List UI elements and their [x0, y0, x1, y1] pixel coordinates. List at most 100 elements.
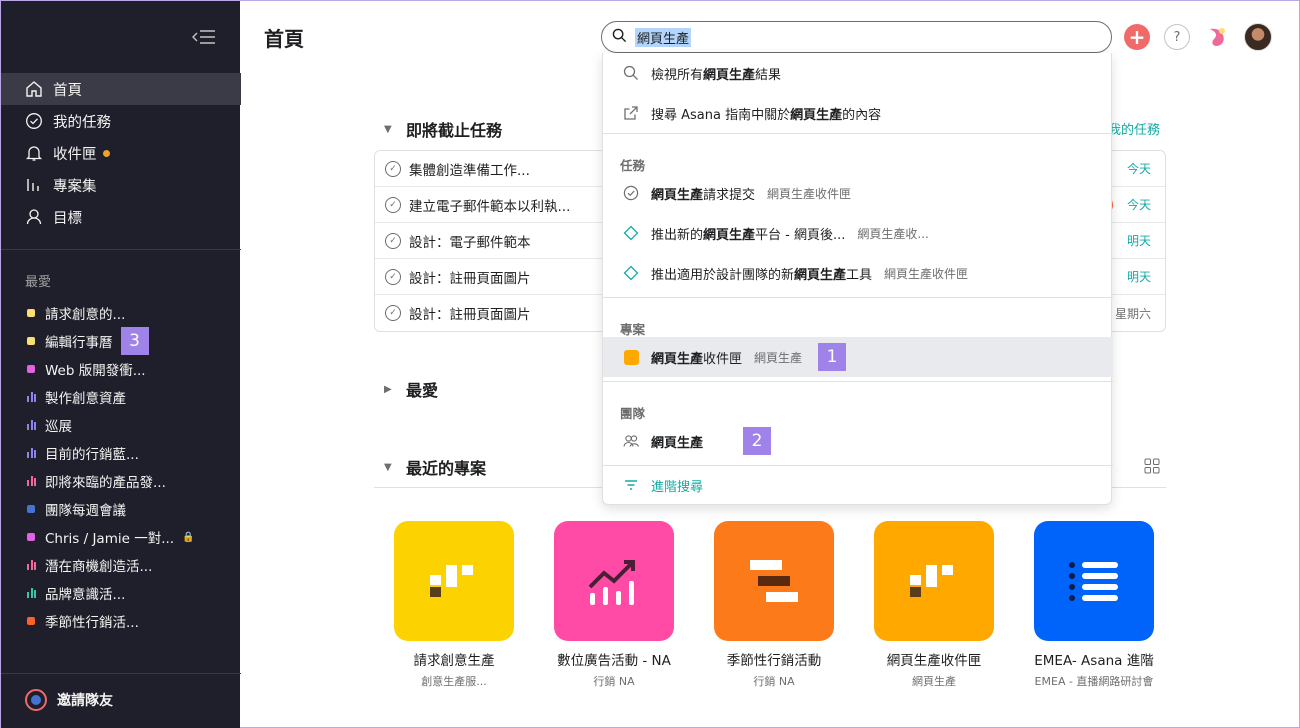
favorite-item[interactable]: 季節性行銷活...: [1, 607, 241, 635]
sidebar-item-label: 專案集: [53, 178, 97, 195]
project-card[interactable]: 數位廣告活動 - NA 行銷 NA: [534, 521, 694, 689]
invite-icon: [25, 689, 47, 711]
task-due-date: 明天: [1126, 270, 1151, 284]
favorite-item[interactable]: 潛在商機創造活...: [1, 551, 241, 579]
my-tasks-link[interactable]: 我的任務: [1108, 119, 1160, 138]
collapse-sidebar-icon[interactable]: [191, 27, 217, 47]
favorite-label: 請求創意的...: [45, 307, 126, 323]
portfolio-bars-icon: [27, 560, 37, 570]
list-icon: [1034, 521, 1154, 641]
favorites-list: 請求創意的... 編輯行事曆 3 Web 版開發衝... 製作創意資產 巡展 目前…: [1, 299, 241, 635]
result-highlight: 網頁生產: [651, 187, 704, 203]
project-color-square: [27, 533, 35, 541]
favorite-label: Web 版開發衝...: [45, 363, 146, 379]
portfolio-bars-icon: [27, 588, 37, 598]
favorite-label: 團隊每週會議: [45, 503, 126, 519]
project-card[interactable]: 季節性行銷活動 行銷 NA: [694, 521, 854, 689]
project-color-square: [27, 365, 35, 373]
project-card[interactable]: 網頁生產收件匣 網頁生產: [854, 521, 1014, 689]
check-circle-icon: [25, 112, 43, 130]
result-text: 搜尋 Asana 指南中關於: [651, 107, 791, 123]
recent-projects-header[interactable]: ▼ 最近的專案: [384, 455, 486, 479]
project-result[interactable]: 網頁生產 收件匣 網頁生產 1: [603, 337, 1113, 377]
diamond-icon: [623, 265, 639, 281]
favorites-section-header[interactable]: ▶ 最愛: [384, 377, 438, 401]
favorite-label: 品牌意識活...: [45, 587, 126, 603]
sidebar-item-portfolios[interactable]: 專案集: [1, 169, 241, 201]
board-icon: [874, 521, 994, 641]
task-name: 建立電子郵件範本以利執...: [409, 198, 571, 215]
caret-down-icon: ▼: [384, 461, 392, 473]
sidebar-item-my-tasks[interactable]: 我的任務: [1, 105, 241, 137]
upcoming-tasks-header[interactable]: ▼ 即將截止任務: [384, 117, 502, 141]
task-check-icon[interactable]: ✓: [385, 196, 401, 213]
task-check-icon[interactable]: ✓: [385, 305, 401, 321]
project-card[interactable]: EMEA- Asana 進階 EMEA - 直播網路研討會: [1014, 521, 1174, 689]
result-highlight: 網頁生產: [703, 227, 756, 243]
advanced-search-label: 進階搜尋: [651, 479, 704, 495]
invite-teammates-button[interactable]: 邀請隊友: [25, 689, 113, 711]
result-text: 收件匣: [703, 351, 743, 367]
favorite-item[interactable]: 目前的行銷藍...: [1, 439, 241, 467]
teams-results-heading: 團隊: [620, 406, 646, 421]
search-asana-guide[interactable]: 搜尋 Asana 指南中關於 網頁生產 的內容: [603, 93, 1113, 133]
favorite-item[interactable]: 製作創意資產: [1, 383, 241, 411]
project-name: 請求創意生產: [413, 653, 495, 669]
sidebar-item-goals[interactable]: 目標: [1, 201, 241, 233]
unread-dot: [102, 149, 110, 157]
favorite-label: 巡展: [45, 419, 72, 435]
project-color-square: [27, 617, 35, 625]
task-result[interactable]: 推出新的 網頁生產 平台 - 網頁後... 網頁生產收...: [603, 213, 1113, 253]
task-result[interactable]: 推出適用於設計團隊的新 網頁生產 工具 網頁生產收件匣: [603, 253, 1113, 293]
project-color-square: [27, 337, 35, 345]
grid-view-icon[interactable]: [1144, 458, 1160, 478]
favorite-item[interactable]: 巡展: [1, 411, 241, 439]
favorite-item[interactable]: Chris / Jamie 一對... 🔒: [1, 523, 241, 551]
task-due-date: 明天: [1126, 234, 1151, 248]
project-team: 網頁生產: [912, 675, 956, 688]
task-check-icon[interactable]: ✓: [385, 232, 401, 249]
search-query-text: 網頁生產: [635, 27, 692, 47]
search-results-dropdown: 檢視所有 網頁生產 結果 搜尋 Asana 指南中關於 網頁生產 的內容 任務 網頁生產…: [602, 53, 1113, 505]
favorite-item[interactable]: 請求創意的...: [1, 299, 241, 327]
favorite-label: Chris / Jamie 一對...: [45, 531, 175, 547]
project-team: 行銷 NA: [753, 675, 795, 688]
advanced-search-link[interactable]: 進階搜尋: [603, 465, 1113, 505]
quick-add-button[interactable]: +: [1124, 24, 1150, 50]
favorite-item[interactable]: 編輯行事曆 3: [1, 327, 241, 355]
portfolio-bars-icon: [27, 420, 37, 430]
favorite-item[interactable]: 團隊每週會議: [1, 495, 241, 523]
favorite-label: 目前的行銷藍...: [45, 447, 139, 463]
sidebar-nav: 首頁 我的任務 收件匣 專案集 目標: [1, 73, 241, 233]
invite-label: 邀請隊友: [57, 693, 113, 709]
goal-icon: [25, 208, 43, 226]
favorite-item[interactable]: 品牌意識活...: [1, 579, 241, 607]
search-icon: [612, 28, 627, 47]
project-color-square: [27, 505, 35, 513]
sidebar-item-inbox[interactable]: 收件匣: [1, 137, 241, 169]
project-card[interactable]: 請求創意生產 創意生產服...: [374, 521, 534, 689]
sidebar-divider: [1, 673, 241, 674]
task-result[interactable]: 網頁生產 請求提交 網頁生產收件匣: [603, 173, 1113, 213]
result-highlight: 網頁生產: [790, 107, 843, 123]
result-highlight: 網頁生產: [651, 351, 704, 367]
search-input[interactable]: 網頁生產: [601, 21, 1112, 53]
caret-down-icon: ▼: [384, 123, 392, 135]
lock-icon: 🔒: [182, 531, 195, 543]
help-button[interactable]: ?: [1164, 24, 1190, 50]
user-avatar[interactable]: [1244, 23, 1272, 51]
team-result[interactable]: 網頁生產 2: [603, 421, 1113, 461]
sidebar-item-home[interactable]: 首頁: [1, 73, 241, 105]
favorite-item[interactable]: 即將來臨的產品發...: [1, 467, 241, 495]
asana-logo-icon[interactable]: [1204, 24, 1230, 50]
task-check-icon[interactable]: ✓: [385, 268, 401, 285]
task-check-icon[interactable]: ✓: [385, 160, 401, 177]
task-due-date: 星期六: [1114, 306, 1151, 321]
projects-results-heading: 專案: [620, 322, 646, 337]
result-text: 推出新的: [651, 227, 704, 243]
result-text: 工具: [846, 267, 873, 283]
result-meta: 網頁生產: [754, 350, 803, 365]
favorite-item[interactable]: Web 版開發衝...: [1, 355, 241, 383]
view-all-results[interactable]: 檢視所有 網頁生產 結果: [603, 53, 1113, 93]
annotation-badge-2: 2: [743, 427, 772, 455]
